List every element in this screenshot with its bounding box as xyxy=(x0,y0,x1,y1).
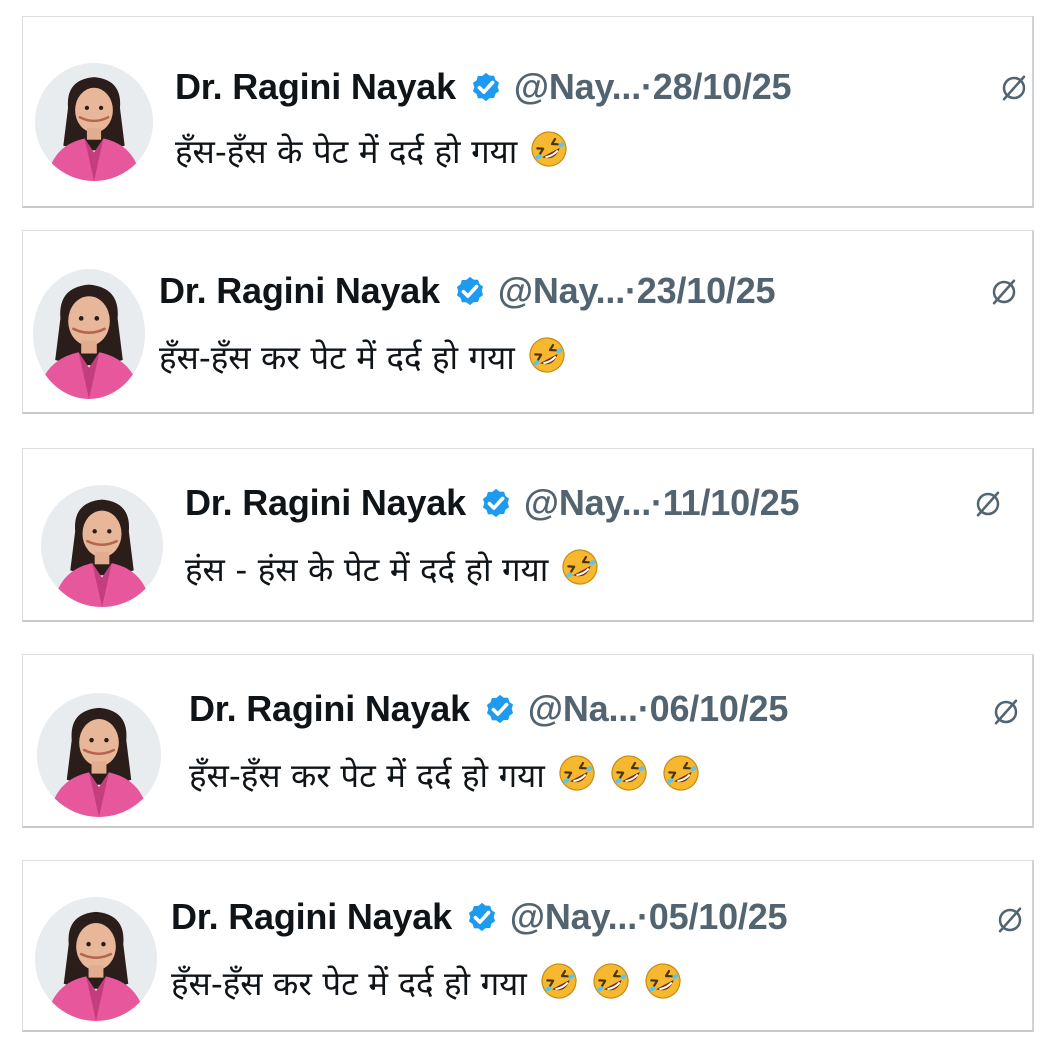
tweet-date[interactable]: ·06/10/25 xyxy=(638,691,789,727)
emoji-group xyxy=(527,961,683,1006)
grok-icon[interactable] xyxy=(973,489,1003,519)
tweet-card[interactable]: Dr. Ragini Nayak @Nay... ·28/10/25 हँस-ह… xyxy=(22,16,1034,208)
grok-icon[interactable] xyxy=(999,73,1029,103)
tweet-text-content: हँस-हँस कर पेट में दर्द हो गया xyxy=(159,338,515,377)
rofl-emoji-icon xyxy=(560,547,600,587)
avatar[interactable] xyxy=(37,693,161,817)
rofl-emoji-icon xyxy=(643,961,683,1001)
avatar[interactable] xyxy=(35,897,157,1021)
verified-badge-icon xyxy=(452,273,488,309)
tweet-text: हँस-हँस के पेट में दर्द हो गया xyxy=(175,129,569,174)
tweet-date[interactable]: ·23/10/25 xyxy=(625,273,776,309)
rofl-emoji-icon xyxy=(539,961,579,1001)
grok-icon[interactable] xyxy=(989,277,1019,307)
avatar[interactable] xyxy=(35,63,153,181)
author-handle[interactable]: @Na... xyxy=(528,691,638,727)
emoji-group xyxy=(517,129,569,174)
tweet-card[interactable]: Dr. Ragini Nayak @Na... ·06/10/25 हँस-हँ… xyxy=(22,654,1034,828)
tweet-text-content: हंस - हंस के पेट में दर्द हो गया xyxy=(185,550,549,589)
tweet-card[interactable]: Dr. Ragini Nayak @Nay... ·23/10/25 हँस-ह… xyxy=(22,230,1034,414)
author-name[interactable]: Dr. Ragini Nayak xyxy=(189,691,470,727)
emoji-group xyxy=(545,753,701,798)
tweet-text: हँस-हँस कर पेट में दर्द हो गया xyxy=(159,335,567,380)
tweet-date[interactable]: ·05/10/25 xyxy=(637,899,788,935)
verified-badge-icon xyxy=(482,691,518,727)
rofl-emoji-icon xyxy=(557,753,597,793)
avatar[interactable] xyxy=(41,485,163,607)
grok-icon[interactable] xyxy=(991,697,1021,727)
verified-badge-icon xyxy=(468,69,504,105)
tweet-text-content: हँस-हँस के पेट में दर्द हो गया xyxy=(175,132,518,171)
verified-badge-icon xyxy=(464,899,500,935)
rofl-emoji-icon xyxy=(591,961,631,1001)
tweet-text-content: हँस-हँस कर पेट में दर्द हो गया xyxy=(189,756,545,795)
verified-badge-icon xyxy=(478,485,514,521)
tweet-text-content: हँस-हँस कर पेट में दर्द हो गया xyxy=(171,964,527,1003)
rofl-emoji-icon xyxy=(529,129,569,169)
tweet-date[interactable]: ·28/10/25 xyxy=(641,69,792,105)
author-handle[interactable]: @Nay... xyxy=(498,273,625,309)
rofl-emoji-icon xyxy=(661,753,701,793)
author-handle[interactable]: @Nay... xyxy=(510,899,637,935)
emoji-group xyxy=(515,335,567,380)
tweet-date[interactable]: ·11/10/25 xyxy=(651,485,800,521)
author-name[interactable]: Dr. Ragini Nayak xyxy=(159,273,440,309)
grok-icon[interactable] xyxy=(995,905,1025,935)
avatar[interactable] xyxy=(33,269,145,399)
tweet-text: हंस - हंस के पेट में दर्द हो गया xyxy=(185,547,600,592)
tweet-card[interactable]: Dr. Ragini Nayak @Nay... ·11/10/25 हंस -… xyxy=(22,448,1034,622)
author-name[interactable]: Dr. Ragini Nayak xyxy=(171,899,452,935)
author-name[interactable]: Dr. Ragini Nayak xyxy=(175,69,456,105)
rofl-emoji-icon xyxy=(527,335,567,375)
tweet-text: हँस-हँस कर पेट में दर्द हो गया xyxy=(171,961,683,1006)
emoji-group xyxy=(548,547,600,592)
author-name[interactable]: Dr. Ragini Nayak xyxy=(185,485,466,521)
rofl-emoji-icon xyxy=(609,753,649,793)
author-handle[interactable]: @Nay... xyxy=(524,485,651,521)
tweet-card[interactable]: Dr. Ragini Nayak @Nay... ·05/10/25 हँस-ह… xyxy=(22,860,1034,1032)
author-handle[interactable]: @Nay... xyxy=(514,69,641,105)
tweet-text: हँस-हँस कर पेट में दर्द हो गया xyxy=(189,753,701,798)
